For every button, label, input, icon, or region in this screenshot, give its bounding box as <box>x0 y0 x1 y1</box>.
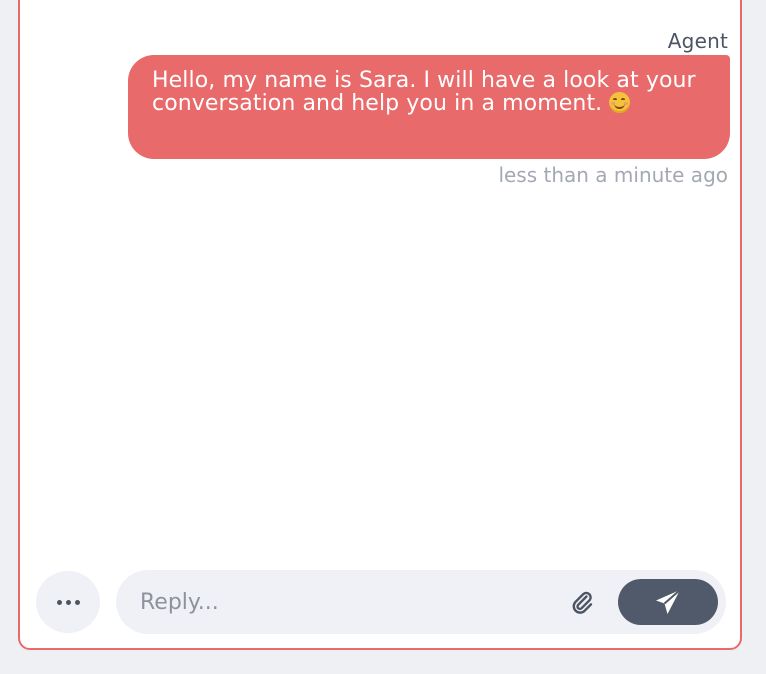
ellipsis-icon <box>56 599 80 605</box>
smiling-face-emoji-icon <box>609 92 631 113</box>
paperclip-icon <box>572 591 593 614</box>
more-options-button[interactable] <box>36 571 100 633</box>
paper-plane-icon <box>656 589 681 614</box>
sender-label: Agent <box>667 29 728 53</box>
reply-bar <box>116 570 726 634</box>
send-button[interactable] <box>618 579 718 625</box>
reply-input[interactable] <box>140 582 540 622</box>
message-bubble: Hello, my name is Sara. I will have a lo… <box>128 55 730 159</box>
chat-panel: Agent Hello, my name is Sara. I will hav… <box>18 0 742 650</box>
message-timestamp: less than a minute ago <box>498 163 728 187</box>
attach-file-button[interactable] <box>566 586 598 618</box>
